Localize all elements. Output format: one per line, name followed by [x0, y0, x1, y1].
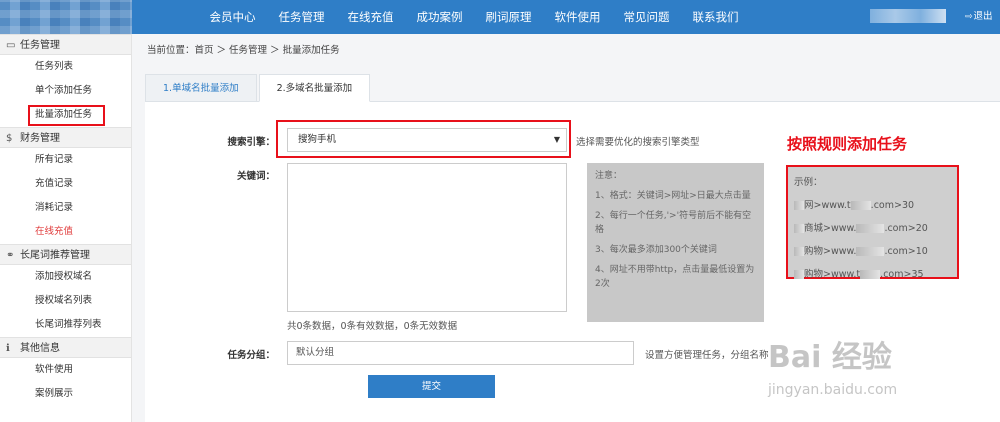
- nav-contact[interactable]: 联系我们: [681, 0, 750, 34]
- logout-icon: ⇨: [965, 12, 973, 22]
- link-icon: ⚭: [6, 250, 15, 261]
- keyword-textarea[interactable]: [287, 163, 567, 312]
- example-keyword: 购物: [804, 246, 824, 257]
- main-nav: 会员中心 任务管理 在线充值 成功案例 刷词原理 软件使用 常见问题 联系我们: [198, 0, 750, 34]
- example-box: 示例： 网>www.t .com>30 商城>www. .com>20 购物>www…: [786, 165, 959, 280]
- example-clicks: .com>35: [880, 269, 924, 280]
- dollar-icon: $: [6, 133, 13, 144]
- folder-icon: ▭: [6, 40, 16, 51]
- nav-faq[interactable]: 常见问题: [612, 0, 681, 34]
- group-hint: 设置方便管理任务，分组名称: [645, 350, 769, 361]
- annotation-title: 按照规则添加任务: [787, 135, 908, 153]
- sidebar-section-finance[interactable]: $ 财务管理: [0, 127, 131, 148]
- notice-title: 注意：: [595, 171, 623, 181]
- tab-multi-domain[interactable]: 2.多域名批量添加: [258, 74, 371, 102]
- sidebar-item-online-recharge[interactable]: 在线充值: [0, 220, 131, 244]
- notice-item: 1、格式：关键词>网址>日最大点击量: [595, 191, 751, 201]
- example-clicks: .com>30: [870, 200, 915, 211]
- sidebar-section-label: 长尾词推荐管理: [20, 250, 90, 261]
- submit-button[interactable]: 提交: [368, 375, 495, 398]
- example-clicks: .com>10: [884, 246, 928, 257]
- example-line: 购物>www. .com>10: [794, 240, 951, 263]
- example-line: 网>www.t .com>30: [794, 194, 951, 217]
- blurred-text: [850, 201, 871, 210]
- example-keyword: 商城: [804, 223, 824, 234]
- sidebar-item-case-show[interactable]: 案例展示: [0, 382, 131, 406]
- notice-item: 4、网址不用带http，点击量最低设置为2次: [595, 265, 755, 289]
- example-keyword: 购物: [804, 269, 824, 280]
- watermark-url: jingyan.baidu.com: [768, 382, 898, 398]
- keyword-counts: 共0条数据，0条有效数据，0条无效数据: [287, 321, 458, 332]
- logout-button[interactable]: ⇨退出: [965, 0, 993, 34]
- nav-success-cases[interactable]: 成功案例: [405, 0, 474, 34]
- sidebar-section-longtail[interactable]: ⚭ 长尾词推荐管理: [0, 244, 131, 265]
- notice-item: 2、每行一个任务,'>'符号前后不能有空格: [595, 211, 752, 235]
- notice-item: 3、每次最多添加300个关键词: [595, 245, 717, 255]
- group-label: 任务分组：: [227, 350, 275, 361]
- example-line: 商城>www. .com>20: [794, 217, 951, 240]
- engine-label: 搜索引擎：: [227, 137, 275, 148]
- sidebar-item-recharge-records[interactable]: 充值记录: [0, 172, 131, 196]
- sidebar-section-task[interactable]: ▭ 任务管理: [0, 34, 131, 55]
- info-icon: ℹ: [6, 343, 10, 354]
- blurred-text: [794, 224, 804, 233]
- username-blurred: [870, 9, 946, 23]
- engine-select-value: 搜狗手机: [298, 134, 337, 145]
- blurred-text: [794, 201, 804, 210]
- nav-principle[interactable]: 刷词原理: [474, 0, 543, 34]
- sidebar-item-single-add[interactable]: 单个添加任务: [0, 79, 131, 103]
- example-url: >www.t: [813, 200, 851, 211]
- watermark-logo-text: Bai 经验: [768, 340, 892, 375]
- chevron-down-icon: ▼: [553, 135, 560, 144]
- site-logo[interactable]: [0, 0, 132, 34]
- example-url: >www.t: [823, 269, 861, 280]
- nav-online-recharge[interactable]: 在线充值: [336, 0, 405, 34]
- sidebar-item-software-usage[interactable]: 软件使用: [0, 358, 131, 382]
- sidebar-item-task-list[interactable]: 任务列表: [0, 55, 131, 79]
- nav-task-management[interactable]: 任务管理: [267, 0, 336, 34]
- blurred-text: [856, 247, 885, 256]
- sidebar-item-add-domain[interactable]: 添加授权域名: [0, 265, 131, 289]
- example-url: >www.: [823, 223, 857, 234]
- tab-bar: 1.单域名批量添加 2.多域名批量添加: [145, 74, 372, 102]
- example-line: 购物>www.t .com>35: [794, 263, 951, 286]
- nav-software-usage[interactable]: 软件使用: [543, 0, 612, 34]
- sidebar-item-consume-records[interactable]: 消耗记录: [0, 196, 131, 220]
- blurred-text: [856, 224, 885, 233]
- logout-label: 退出: [973, 11, 993, 22]
- group-input[interactable]: 默认分组: [287, 341, 634, 365]
- example-keyword: 网: [804, 200, 814, 211]
- example-title: 示例：: [794, 177, 823, 188]
- sidebar: ▭ 任务管理 任务列表 单个添加任务 批量添加任务 $ 财务管理 所有记录 充值记录…: [0, 34, 132, 422]
- sidebar-section-label: 其他信息: [20, 343, 60, 354]
- sidebar-item-longtail-list[interactable]: 长尾词推荐列表: [0, 313, 131, 337]
- engine-select[interactable]: 搜狗手机 ▼: [287, 128, 567, 152]
- blurred-text: [794, 247, 804, 256]
- sidebar-section-label: 财务管理: [20, 133, 60, 144]
- breadcrumb: 当前位置：首页 ＞ 任务管理 ＞ 批量添加任务: [147, 45, 340, 56]
- sidebar-section-label: 任务管理: [20, 40, 60, 51]
- sidebar-section-other[interactable]: ℹ 其他信息: [0, 337, 131, 358]
- sidebar-item-batch-add[interactable]: 批量添加任务: [0, 103, 131, 127]
- nav-member-center[interactable]: 会员中心: [198, 0, 267, 34]
- blurred-text: [794, 270, 804, 279]
- top-header: 会员中心 任务管理 在线充值 成功案例 刷词原理 软件使用 常见问题 联系我们 …: [0, 0, 1000, 34]
- baidu-watermark: Bai 经验 jingyan.baidu.com: [768, 332, 968, 417]
- keyword-label: 关键词：: [236, 171, 275, 182]
- example-url: >www.: [823, 246, 857, 257]
- engine-hint: 选择需要优化的搜索引擎类型: [576, 137, 700, 148]
- notice-box: 注意： 1、格式：关键词>网址>日最大点击量 2、每行一个任务,'>'符号前后不…: [587, 163, 764, 322]
- sidebar-item-domain-list[interactable]: 授权域名列表: [0, 289, 131, 313]
- blurred-text: [860, 270, 881, 279]
- sidebar-item-all-records[interactable]: 所有记录: [0, 148, 131, 172]
- tab-single-domain[interactable]: 1.单域名批量添加: [145, 74, 257, 102]
- highlight-box: [28, 105, 105, 126]
- example-clicks: .com>20: [884, 223, 928, 234]
